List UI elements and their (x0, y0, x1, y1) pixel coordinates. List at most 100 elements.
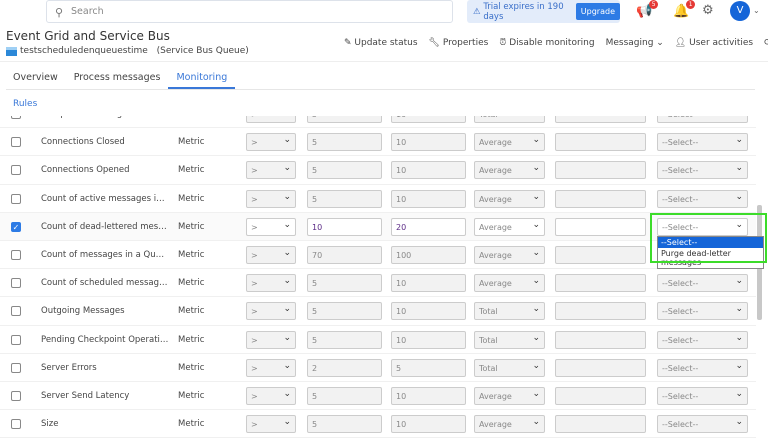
error-threshold-input[interactable]: 5 (391, 359, 466, 377)
aggregation-select[interactable]: Average⌄ (474, 133, 545, 151)
extra-input[interactable] (555, 133, 646, 151)
messaging-menu[interactable]: Messaging ⌄ (606, 38, 664, 48)
error-threshold-input[interactable]: 10 (391, 274, 466, 292)
aggregation-select[interactable]: Average⌄ (474, 387, 545, 405)
operator-select[interactable]: >⌄ (246, 415, 296, 433)
warning-threshold-input[interactable]: 5 (307, 190, 382, 208)
aggregation-select[interactable]: Average⌄ (474, 161, 545, 179)
warning-threshold-input[interactable]: 5 (307, 415, 382, 433)
warning-threshold-input[interactable]: 5 (307, 387, 382, 405)
extra-input[interactable] (555, 387, 646, 405)
refresh-icon[interactable]: ⟳ (764, 38, 768, 48)
extra-input[interactable] (555, 161, 646, 179)
warning-threshold-input[interactable]: 5 (307, 331, 382, 349)
operator-select[interactable]: >⌄ (246, 359, 296, 377)
announcement-icon[interactable]: 📢5 (636, 4, 652, 19)
aggregation-select[interactable]: Total⌄ (474, 359, 545, 377)
action-select[interactable]: --Select--⌄ (657, 359, 748, 377)
extra-input[interactable] (555, 302, 646, 320)
aggregation-select[interactable]: Average⌄ (474, 246, 545, 264)
warning-threshold-input[interactable]: 2 (307, 359, 382, 377)
operator-select[interactable]: >⌄ (246, 190, 296, 208)
row-checkbox[interactable] (11, 391, 21, 401)
warning-threshold-input[interactable]: 5 (307, 116, 382, 123)
error-threshold-input[interactable]: 10 (391, 331, 466, 349)
disable-monitoring-button[interactable]: ⏰︎ Disable monitoring (499, 38, 594, 48)
operator-select[interactable]: >⌄ (246, 218, 296, 236)
action-select[interactable]: --Select--⌄ (657, 116, 748, 123)
extra-input[interactable] (555, 190, 646, 208)
row-checkbox[interactable] (11, 116, 21, 119)
warning-threshold-input[interactable]: 10 (307, 218, 382, 236)
extra-input[interactable] (555, 218, 646, 236)
aggregation-select[interactable]: Total⌄ (474, 302, 545, 320)
avatar[interactable]: V (730, 1, 750, 21)
extra-input[interactable] (555, 359, 646, 377)
upgrade-button[interactable]: Upgrade (576, 3, 620, 20)
extra-input[interactable] (555, 415, 646, 433)
operator-select[interactable]: >⌄ (246, 161, 296, 179)
error-threshold-input[interactable]: 10 (391, 190, 466, 208)
gear-icon[interactable]: ⚙ (702, 3, 714, 18)
aggregation-select[interactable]: Average⌄ (474, 218, 545, 236)
operator-select[interactable]: >⌄ (246, 302, 296, 320)
search-input[interactable]: ⚲Search (46, 0, 453, 23)
operator-select[interactable]: >⌄ (246, 331, 296, 349)
tab-process-messages[interactable]: Process messages (74, 72, 161, 83)
warning-threshold-input[interactable]: 5 (307, 133, 382, 151)
properties-button[interactable]: 🔧︎ Properties (429, 38, 489, 48)
chevron-down-icon[interactable]: ⌄ (753, 6, 760, 15)
row-checkbox[interactable] (11, 306, 21, 316)
row-checkbox[interactable] (11, 250, 21, 260)
operator-select[interactable]: >⌄ (246, 246, 296, 264)
user-activities-button[interactable]: 👤︎ User activities (675, 38, 753, 48)
tab-overview[interactable]: Overview (13, 72, 58, 83)
operator-select[interactable]: >⌄ (246, 133, 296, 151)
row-checkbox[interactable] (11, 278, 21, 288)
action-select[interactable]: --Select--⌄ (657, 415, 748, 433)
error-threshold-input[interactable]: 10 (391, 302, 466, 320)
row-checkbox[interactable]: ✓ (11, 222, 21, 232)
update-status-button[interactable]: ✎ Update status (344, 38, 418, 48)
row-checkbox[interactable] (11, 419, 21, 429)
row-checkbox[interactable] (11, 137, 21, 147)
subtab-rules[interactable]: Rules (13, 99, 37, 109)
rule-name: Count of scheduled messages... (41, 278, 169, 288)
action-select[interactable]: --Select--⌄ (657, 387, 748, 405)
action-select[interactable]: --Select--⌄ (657, 190, 748, 208)
warning-threshold-input[interactable]: 70 (307, 246, 382, 264)
row-checkbox[interactable] (11, 165, 21, 175)
action-select[interactable]: --Select--⌄ (657, 302, 748, 320)
action-select[interactable]: --Select--⌄ (657, 161, 748, 179)
action-select[interactable]: --Select--⌄ (657, 274, 748, 292)
error-threshold-input[interactable]: 10 (391, 116, 466, 123)
extra-input[interactable] (555, 116, 646, 123)
error-threshold-input[interactable]: 100 (391, 246, 466, 264)
error-threshold-input[interactable]: 10 (391, 387, 466, 405)
operator-select[interactable]: >⌄ (246, 116, 296, 123)
aggregation-select[interactable]: Average⌄ (474, 274, 545, 292)
tab-monitoring[interactable]: Monitoring (176, 72, 227, 83)
operator-select[interactable]: >⌄ (246, 387, 296, 405)
aggregation-select[interactable]: Average⌄ (474, 190, 545, 208)
extra-input[interactable] (555, 274, 646, 292)
error-threshold-input[interactable]: 20 (391, 218, 466, 236)
bell-icon[interactable]: 🔔1 (673, 4, 689, 19)
aggregation-select[interactable]: Total⌄ (474, 331, 545, 349)
warning-threshold-input[interactable]: 5 (307, 161, 382, 179)
warning-threshold-input[interactable]: 5 (307, 302, 382, 320)
warning-threshold-input[interactable]: 5 (307, 274, 382, 292)
action-select[interactable]: --Select--⌄ (657, 331, 748, 349)
action-select[interactable]: --Select--⌄ (657, 133, 748, 151)
aggregation-select[interactable]: Average⌄ (474, 415, 545, 433)
extra-input[interactable] (555, 246, 646, 264)
row-checkbox[interactable] (11, 363, 21, 373)
extra-input[interactable] (555, 331, 646, 349)
operator-select[interactable]: >⌄ (246, 274, 296, 292)
error-threshold-input[interactable]: 10 (391, 133, 466, 151)
error-threshold-input[interactable]: 10 (391, 161, 466, 179)
error-threshold-input[interactable]: 10 (391, 415, 466, 433)
row-checkbox[interactable] (11, 194, 21, 204)
row-checkbox[interactable] (11, 335, 21, 345)
aggregation-select[interactable]: Total⌄ (474, 116, 545, 123)
